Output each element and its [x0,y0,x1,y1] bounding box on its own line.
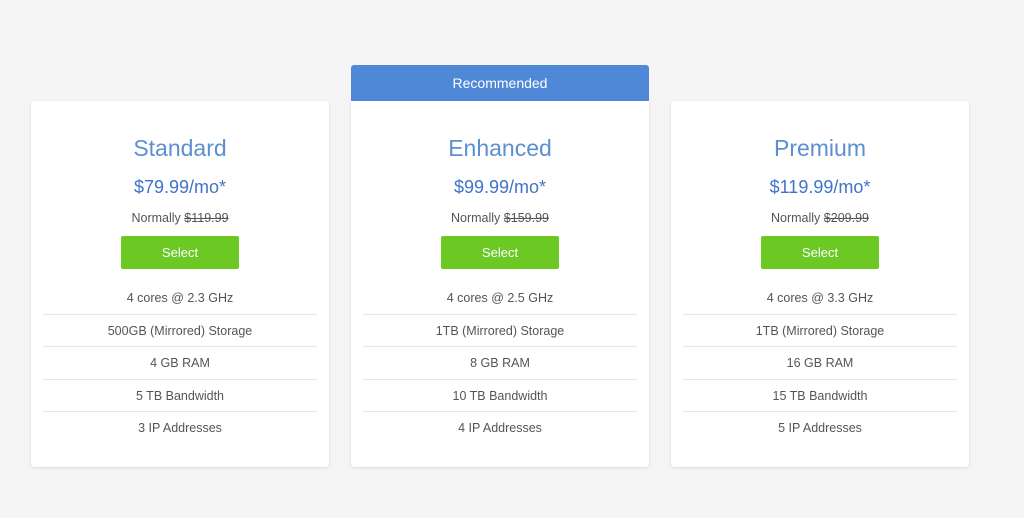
normally-label: Normally [131,211,180,225]
feature-list: 4 cores @ 2.5 GHz 1TB (Mirrored) Storage… [363,282,637,445]
select-button-premium[interactable]: Select [761,236,879,269]
plan-card-enhanced: Enhanced $99.99/mo* Normally $159.99 Sel… [351,101,649,467]
plan-card-premium: Premium $119.99/mo* Normally $209.99 Sel… [671,101,969,467]
normal-price-line: Normally $119.99 [31,210,329,226]
plan-name: Enhanced [351,134,649,162]
feature-item: 500GB (Mirrored) Storage [43,315,317,348]
recommended-ribbon: Recommended [351,65,649,101]
plan-price: $99.99/mo* [351,175,649,199]
normal-price-line: Normally $209.99 [671,210,969,226]
feature-item: 4 cores @ 2.5 GHz [363,282,637,315]
feature-item: 1TB (Mirrored) Storage [683,315,957,348]
normal-price: $119.99 [184,211,228,225]
feature-item: 3 IP Addresses [43,412,317,445]
plan-price: $119.99/mo* [671,175,969,199]
normal-price: $159.99 [504,211,549,225]
normally-label: Normally [771,211,820,225]
feature-item: 5 TB Bandwidth [43,380,317,413]
plan-name: Standard [31,134,329,162]
feature-item: 5 IP Addresses [683,412,957,445]
feature-item: 4 cores @ 2.3 GHz [43,282,317,315]
normal-price: $209.99 [824,211,869,225]
feature-item: 1TB (Mirrored) Storage [363,315,637,348]
plan-price: $79.99/mo* [31,175,329,199]
select-button-standard[interactable]: Select [121,236,239,269]
feature-item: 4 cores @ 3.3 GHz [683,282,957,315]
feature-list: 4 cores @ 2.3 GHz 500GB (Mirrored) Stora… [43,282,317,445]
feature-item: 15 TB Bandwidth [683,380,957,413]
normal-price-line: Normally $159.99 [351,210,649,226]
normally-label: Normally [451,211,500,225]
plan-card-standard: Standard $79.99/mo* Normally $119.99 Sel… [31,101,329,467]
feature-item: 16 GB RAM [683,347,957,380]
feature-item: 4 IP Addresses [363,412,637,445]
plan-name: Premium [671,134,969,162]
feature-list: 4 cores @ 3.3 GHz 1TB (Mirrored) Storage… [683,282,957,445]
select-button-enhanced[interactable]: Select [441,236,559,269]
feature-item: 10 TB Bandwidth [363,380,637,413]
feature-item: 8 GB RAM [363,347,637,380]
feature-item: 4 GB RAM [43,347,317,380]
